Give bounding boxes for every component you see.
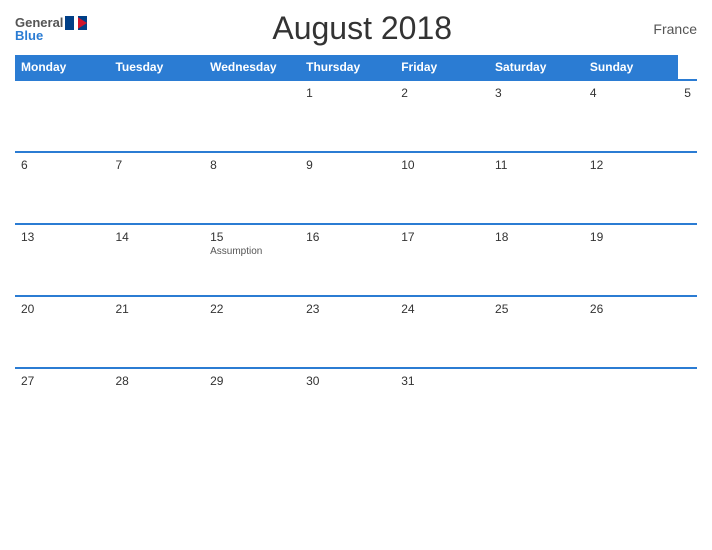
- calendar-day-cell: 19: [584, 224, 678, 296]
- calendar-day-cell: 28: [109, 368, 204, 440]
- calendar-table: Monday Tuesday Wednesday Thursday Friday…: [15, 55, 697, 440]
- calendar-page: General Blue August 2018 France Monday T…: [0, 0, 712, 550]
- calendar-body: 123456789101112131415Assumption161718192…: [15, 80, 697, 440]
- calendar-week-row: 6789 10 11 12: [15, 152, 697, 224]
- day-number: 21: [115, 302, 198, 316]
- day-number: 27: [21, 374, 103, 388]
- calendar-day-cell: 7: [109, 152, 204, 224]
- calendar-day-cell: 29: [204, 368, 300, 440]
- day-event: Assumption: [210, 246, 294, 257]
- day-number: 17: [401, 230, 483, 244]
- calendar-day-cell: 27: [15, 368, 109, 440]
- calendar-day-cell: 21: [109, 296, 204, 368]
- header-wednesday: Wednesday: [204, 55, 300, 80]
- day-number: 8: [210, 158, 294, 172]
- header-tuesday: Tuesday: [109, 55, 204, 80]
- calendar-day-cell: 18: [489, 224, 584, 296]
- calendar-day-cell: 25: [489, 296, 584, 368]
- calendar-day-cell: 4: [584, 80, 678, 152]
- calendar-day-cell: [204, 80, 300, 152]
- day-number: 20: [21, 302, 103, 316]
- day-number: 30: [306, 374, 389, 388]
- calendar-day-cell: [584, 368, 678, 440]
- calendar-day-cell: 11: [489, 152, 584, 224]
- day-number: 25: [495, 302, 578, 316]
- calendar-day-cell: 17: [395, 224, 489, 296]
- day-number: 22: [210, 302, 294, 316]
- day-number: 5: [684, 86, 691, 100]
- day-number: 2: [401, 86, 483, 100]
- calendar-day-cell: 24: [395, 296, 489, 368]
- calendar-day-cell: 20: [15, 296, 109, 368]
- calendar-day-cell: 13: [15, 224, 109, 296]
- calendar-day-cell: 22: [204, 296, 300, 368]
- calendar-day-cell: 30: [300, 368, 395, 440]
- calendar-day-cell: [109, 80, 204, 152]
- day-number: 4: [590, 86, 672, 100]
- header: General Blue August 2018 France: [15, 10, 697, 47]
- country-label: France: [637, 21, 697, 37]
- weekday-header-row: Monday Tuesday Wednesday Thursday Friday…: [15, 55, 697, 80]
- day-number: 12: [590, 158, 672, 172]
- calendar-week-row: 13 14 15 Assumption 16 17 18 19: [15, 224, 697, 296]
- day-number: 14: [115, 230, 198, 244]
- calendar-day-cell: 14: [109, 224, 204, 296]
- calendar-day-cell: 16: [300, 224, 395, 296]
- day-number: 19: [590, 230, 672, 244]
- calendar-day-cell: 3: [489, 80, 584, 152]
- logo-blue: Blue: [15, 29, 43, 42]
- day-number: 7: [115, 158, 198, 172]
- logo: General Blue: [15, 16, 87, 42]
- header-sunday: Sunday: [584, 55, 678, 80]
- calendar-day-cell: [15, 80, 109, 152]
- calendar-week-row: 20 21 22 23 24 25 26: [15, 296, 697, 368]
- calendar-day-cell: 5: [678, 80, 697, 152]
- day-number: 15: [210, 230, 294, 244]
- day-number: 23: [306, 302, 389, 316]
- day-number: 3: [495, 86, 578, 100]
- calendar-day-cell: 8: [204, 152, 300, 224]
- day-number: 24: [401, 302, 483, 316]
- day-number: 9: [306, 158, 389, 172]
- day-number: 16: [306, 230, 389, 244]
- day-number: 18: [495, 230, 578, 244]
- day-number: 6: [21, 158, 103, 172]
- day-number: 29: [210, 374, 294, 388]
- calendar-day-cell: 31: [395, 368, 489, 440]
- calendar-day-cell: 10: [395, 152, 489, 224]
- calendar-day-cell: 9: [300, 152, 395, 224]
- header-thursday: Thursday: [300, 55, 395, 80]
- day-number: 1: [306, 86, 389, 100]
- calendar-day-cell: [489, 368, 584, 440]
- calendar-day-cell: 6: [15, 152, 109, 224]
- calendar-day-cell: 15 Assumption: [204, 224, 300, 296]
- calendar-day-cell: 12: [584, 152, 678, 224]
- day-number: 28: [115, 374, 198, 388]
- flag-icon: [65, 16, 87, 30]
- day-number: 13: [21, 230, 103, 244]
- calendar-day-cell: 23: [300, 296, 395, 368]
- header-saturday: Saturday: [489, 55, 584, 80]
- day-number: 31: [401, 374, 483, 388]
- calendar-week-row: 12345: [15, 80, 697, 152]
- calendar-week-row: 27 28 29 30 31: [15, 368, 697, 440]
- calendar-day-cell: 2: [395, 80, 489, 152]
- calendar-day-cell: 1: [300, 80, 395, 152]
- day-number: 26: [590, 302, 672, 316]
- header-monday: Monday: [15, 55, 109, 80]
- header-friday: Friday: [395, 55, 489, 80]
- day-number: 11: [495, 158, 578, 172]
- calendar-day-cell: 26: [584, 296, 678, 368]
- day-number: 10: [401, 158, 483, 172]
- month-title: August 2018: [87, 10, 637, 47]
